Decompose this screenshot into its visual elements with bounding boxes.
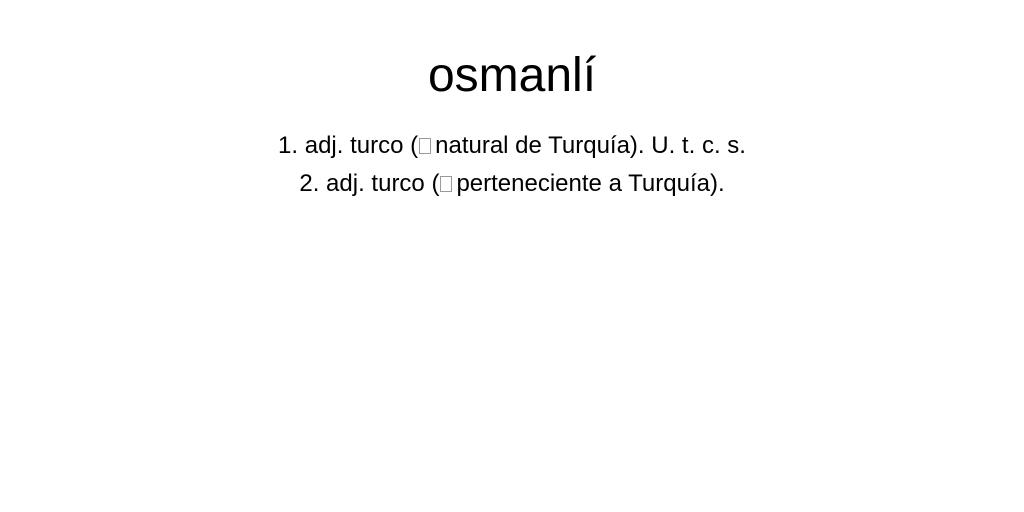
sense-gloss: perteneciente a Turquía). — [456, 170, 725, 197]
sense-number: 1. — [278, 132, 299, 159]
sense-1: 1. adj. turco ( natural de Turquía). U. t… — [0, 127, 1024, 165]
open-parenthesis: ( — [431, 170, 440, 197]
sense-gloss: natural de Turquía). — [435, 132, 645, 159]
arrow-icon — [419, 138, 432, 154]
arrow-icon — [440, 176, 453, 192]
usage-note: U. t. c. s. — [651, 132, 746, 159]
sense-number: 2. — [299, 170, 320, 197]
cross-reference-lemma[interactable]: turco — [350, 132, 403, 159]
grammatical-category: adj. — [304, 132, 344, 159]
sense-list: 1. adj. turco ( natural de Turquía). U. t… — [0, 127, 1024, 203]
open-parenthesis: ( — [410, 132, 419, 159]
dictionary-entry: osmanlí 1. adj. turco ( natural de Turquí… — [0, 0, 1024, 512]
cross-reference-lemma[interactable]: turco — [371, 170, 424, 197]
sense-2: 2. adj. turco ( perteneciente a Turquía). — [0, 165, 1024, 203]
grammatical-category: adj. — [326, 170, 365, 197]
headword: osmanlí — [427, 49, 597, 102]
